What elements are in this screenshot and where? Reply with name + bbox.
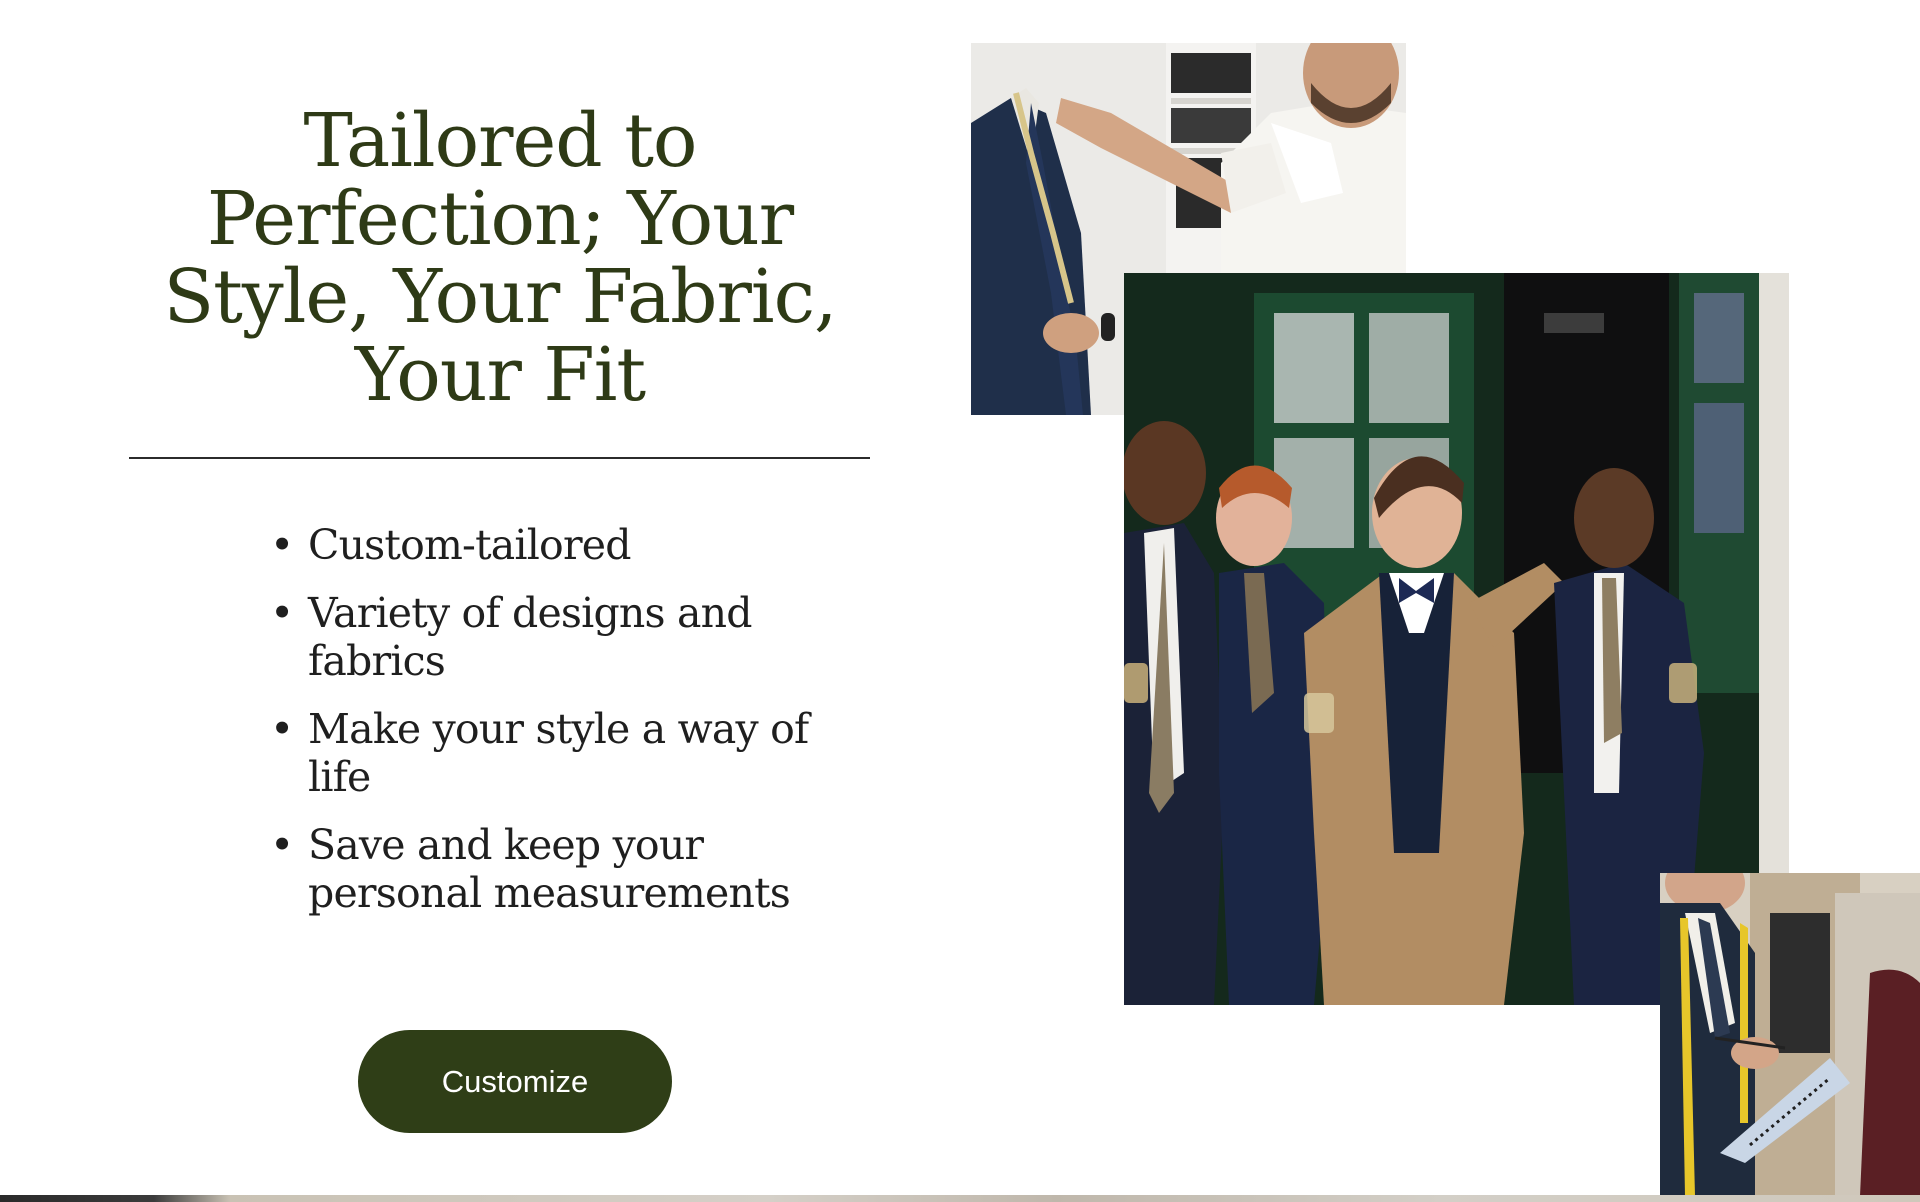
feature-text: Custom-tailored [308,521,631,569]
bullet: • [270,589,294,637]
customize-button[interactable]: Customize [358,1030,672,1133]
feature-text: Variety of designs and fabrics [308,589,753,685]
tailor-notes-illustration [1660,873,1920,1196]
bullet: • [270,705,294,753]
divider [129,457,870,459]
next-section-edge [0,1195,1920,1202]
list-item: • Make your style a way of life [265,705,845,801]
bullet: • [270,821,294,869]
feature-text: Save and keep your personal measurements [308,821,791,917]
tailor-taking-notes-photo [1660,873,1920,1196]
list-item: • Variety of designs and fabrics [265,589,845,685]
feature-text: Make your style a way of life [308,705,809,801]
feature-list: • Custom-tailored • Variety of designs a… [265,521,845,937]
list-item: • Save and keep your personal measuremen… [265,821,845,917]
page-title: Tailored to Perfection; Your Style, Your… [163,98,837,418]
list-item: • Custom-tailored [265,521,845,569]
bullet: • [270,521,294,569]
